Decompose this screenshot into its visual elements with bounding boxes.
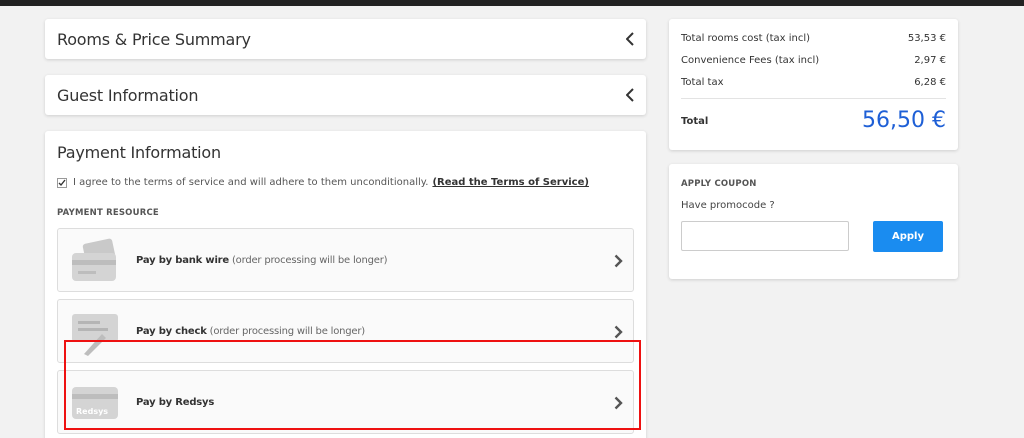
summary-row-label: Convenience Fees (tax incl) — [681, 55, 820, 66]
summary-row-value: 2,97 € — [914, 55, 946, 66]
bank-card-icon — [72, 238, 116, 281]
rooms-summary-title: Rooms & Price Summary — [57, 29, 251, 49]
payment-resource-label: PAYMENT RESOURCE — [57, 208, 159, 218]
promocode-input[interactable] — [681, 221, 849, 251]
summary-row: Total rooms cost (tax incl) 53,53 € — [681, 33, 946, 44]
terms-checkbox[interactable] — [57, 177, 67, 188]
chevron-left-icon[interactable] — [626, 88, 634, 102]
payment-method-label: Pay by check (order processing will be l… — [136, 325, 365, 337]
coupon-panel: APPLY COUPON Have promocode ? Apply — [669, 164, 958, 279]
price-summary-panel: Total rooms cost (tax incl) 53,53 € Conv… — [669, 19, 958, 150]
terms-link[interactable]: (Read the Terms of Service) — [432, 177, 589, 188]
summary-row: Total tax 6,28 € — [681, 77, 946, 88]
guest-info-accordion[interactable]: Guest Information — [45, 75, 646, 115]
summary-row: Convenience Fees (tax incl) 2,97 € — [681, 55, 946, 66]
summary-row-label: Total tax — [681, 77, 724, 88]
guest-info-title: Guest Information — [57, 85, 199, 105]
payment-method-bank-wire[interactable]: Pay by bank wire (order processing will … — [57, 228, 634, 292]
top-bar — [0, 0, 1024, 6]
terms-text: I agree to the terms of service and will… — [73, 177, 429, 188]
apply-coupon-button[interactable]: Apply — [873, 221, 943, 252]
summary-row-value: 6,28 € — [914, 77, 946, 88]
payment-method-label: Pay by bank wire (order processing will … — [136, 254, 388, 266]
rooms-summary-accordion[interactable]: Rooms & Price Summary — [45, 19, 646, 59]
divider — [681, 98, 946, 99]
total-value: 56,50 € — [862, 108, 946, 133]
chevron-right-icon — [614, 325, 623, 339]
summary-row-label: Total rooms cost (tax incl) — [681, 33, 811, 44]
chevron-right-icon — [614, 254, 623, 268]
coupon-title: APPLY COUPON — [681, 179, 757, 189]
terms-row: I agree to the terms of service and will… — [57, 177, 589, 188]
chevron-left-icon[interactable] — [626, 32, 634, 46]
summary-row-value: 53,53 € — [907, 33, 946, 44]
promocode-prompt: Have promocode ? — [681, 200, 775, 211]
check-icon — [58, 179, 66, 186]
payment-info-title: Payment Information — [57, 143, 221, 162]
highlight-box — [64, 340, 641, 430]
total-label: Total — [681, 116, 709, 127]
